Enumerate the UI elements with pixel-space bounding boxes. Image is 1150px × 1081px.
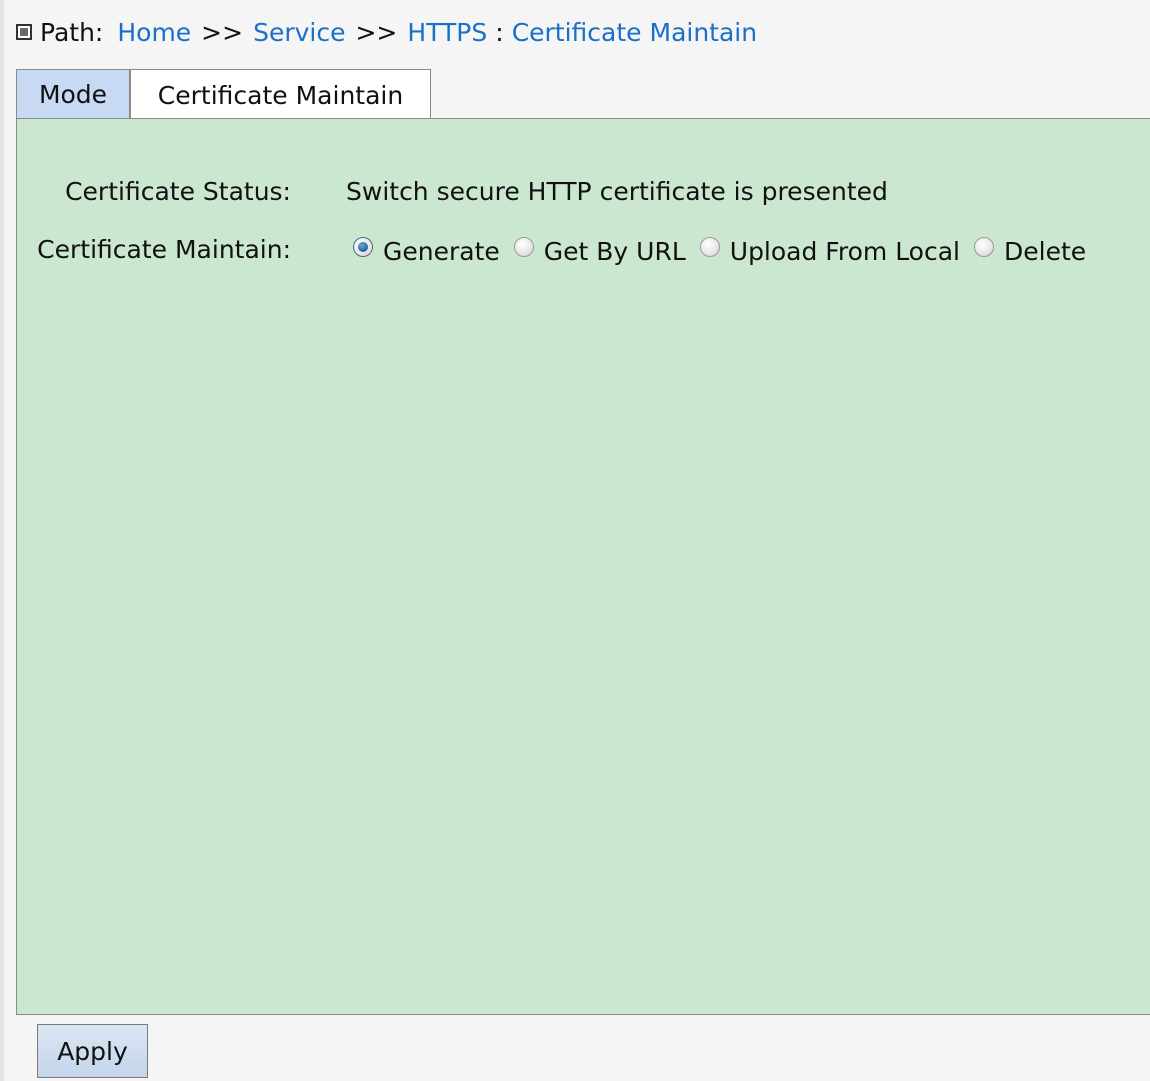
breadcrumb-current[interactable]: Certificate Maintain <box>512 18 757 47</box>
breadcrumb-separator: >> <box>201 17 244 47</box>
certificate-status-label: Certificate Status: <box>65 177 291 206</box>
path-square-icon <box>16 24 32 40</box>
breadcrumb-link-home[interactable]: Home <box>117 18 191 47</box>
left-edge <box>0 0 4 1081</box>
breadcrumb-separator: >> <box>355 17 398 47</box>
tab-mode[interactable]: Mode <box>16 69 130 119</box>
breadcrumb-label: Path: <box>40 17 104 47</box>
breadcrumb-colon: : <box>495 17 504 47</box>
breadcrumb-link-service[interactable]: Service <box>253 18 345 47</box>
certificate-status-value: Switch secure HTTP certificate is presen… <box>346 177 888 206</box>
apply-button[interactable]: Apply <box>37 1024 148 1078</box>
tab-certificate-maintain[interactable]: Certificate Maintain <box>130 69 431 120</box>
radio-get-by-url-label[interactable]: Get By URL <box>544 237 686 266</box>
radio-delete-label[interactable]: Delete <box>1004 237 1086 266</box>
radio-upload-from-local[interactable] <box>699 236 720 257</box>
certificate-maintain-label: Certificate Maintain: <box>37 235 291 264</box>
radio-get-by-url[interactable] <box>513 236 534 257</box>
content-panel: Certificate Status: Switch secure HTTP c… <box>16 118 1150 1015</box>
breadcrumb-link-https[interactable]: HTTPS <box>407 18 487 47</box>
radio-delete[interactable] <box>974 236 994 257</box>
certificate-maintain-radio-group: Generate Get By URL Upload From Local De… <box>353 236 1100 266</box>
breadcrumb: Path: Home >> Service >> HTTPS : Certifi… <box>16 14 757 50</box>
radio-upload-from-local-label[interactable]: Upload From Local <box>730 237 960 266</box>
tab-strip: Mode Certificate Maintain <box>16 69 431 120</box>
radio-generate[interactable] <box>353 236 373 257</box>
radio-generate-label[interactable]: Generate <box>383 237 500 266</box>
